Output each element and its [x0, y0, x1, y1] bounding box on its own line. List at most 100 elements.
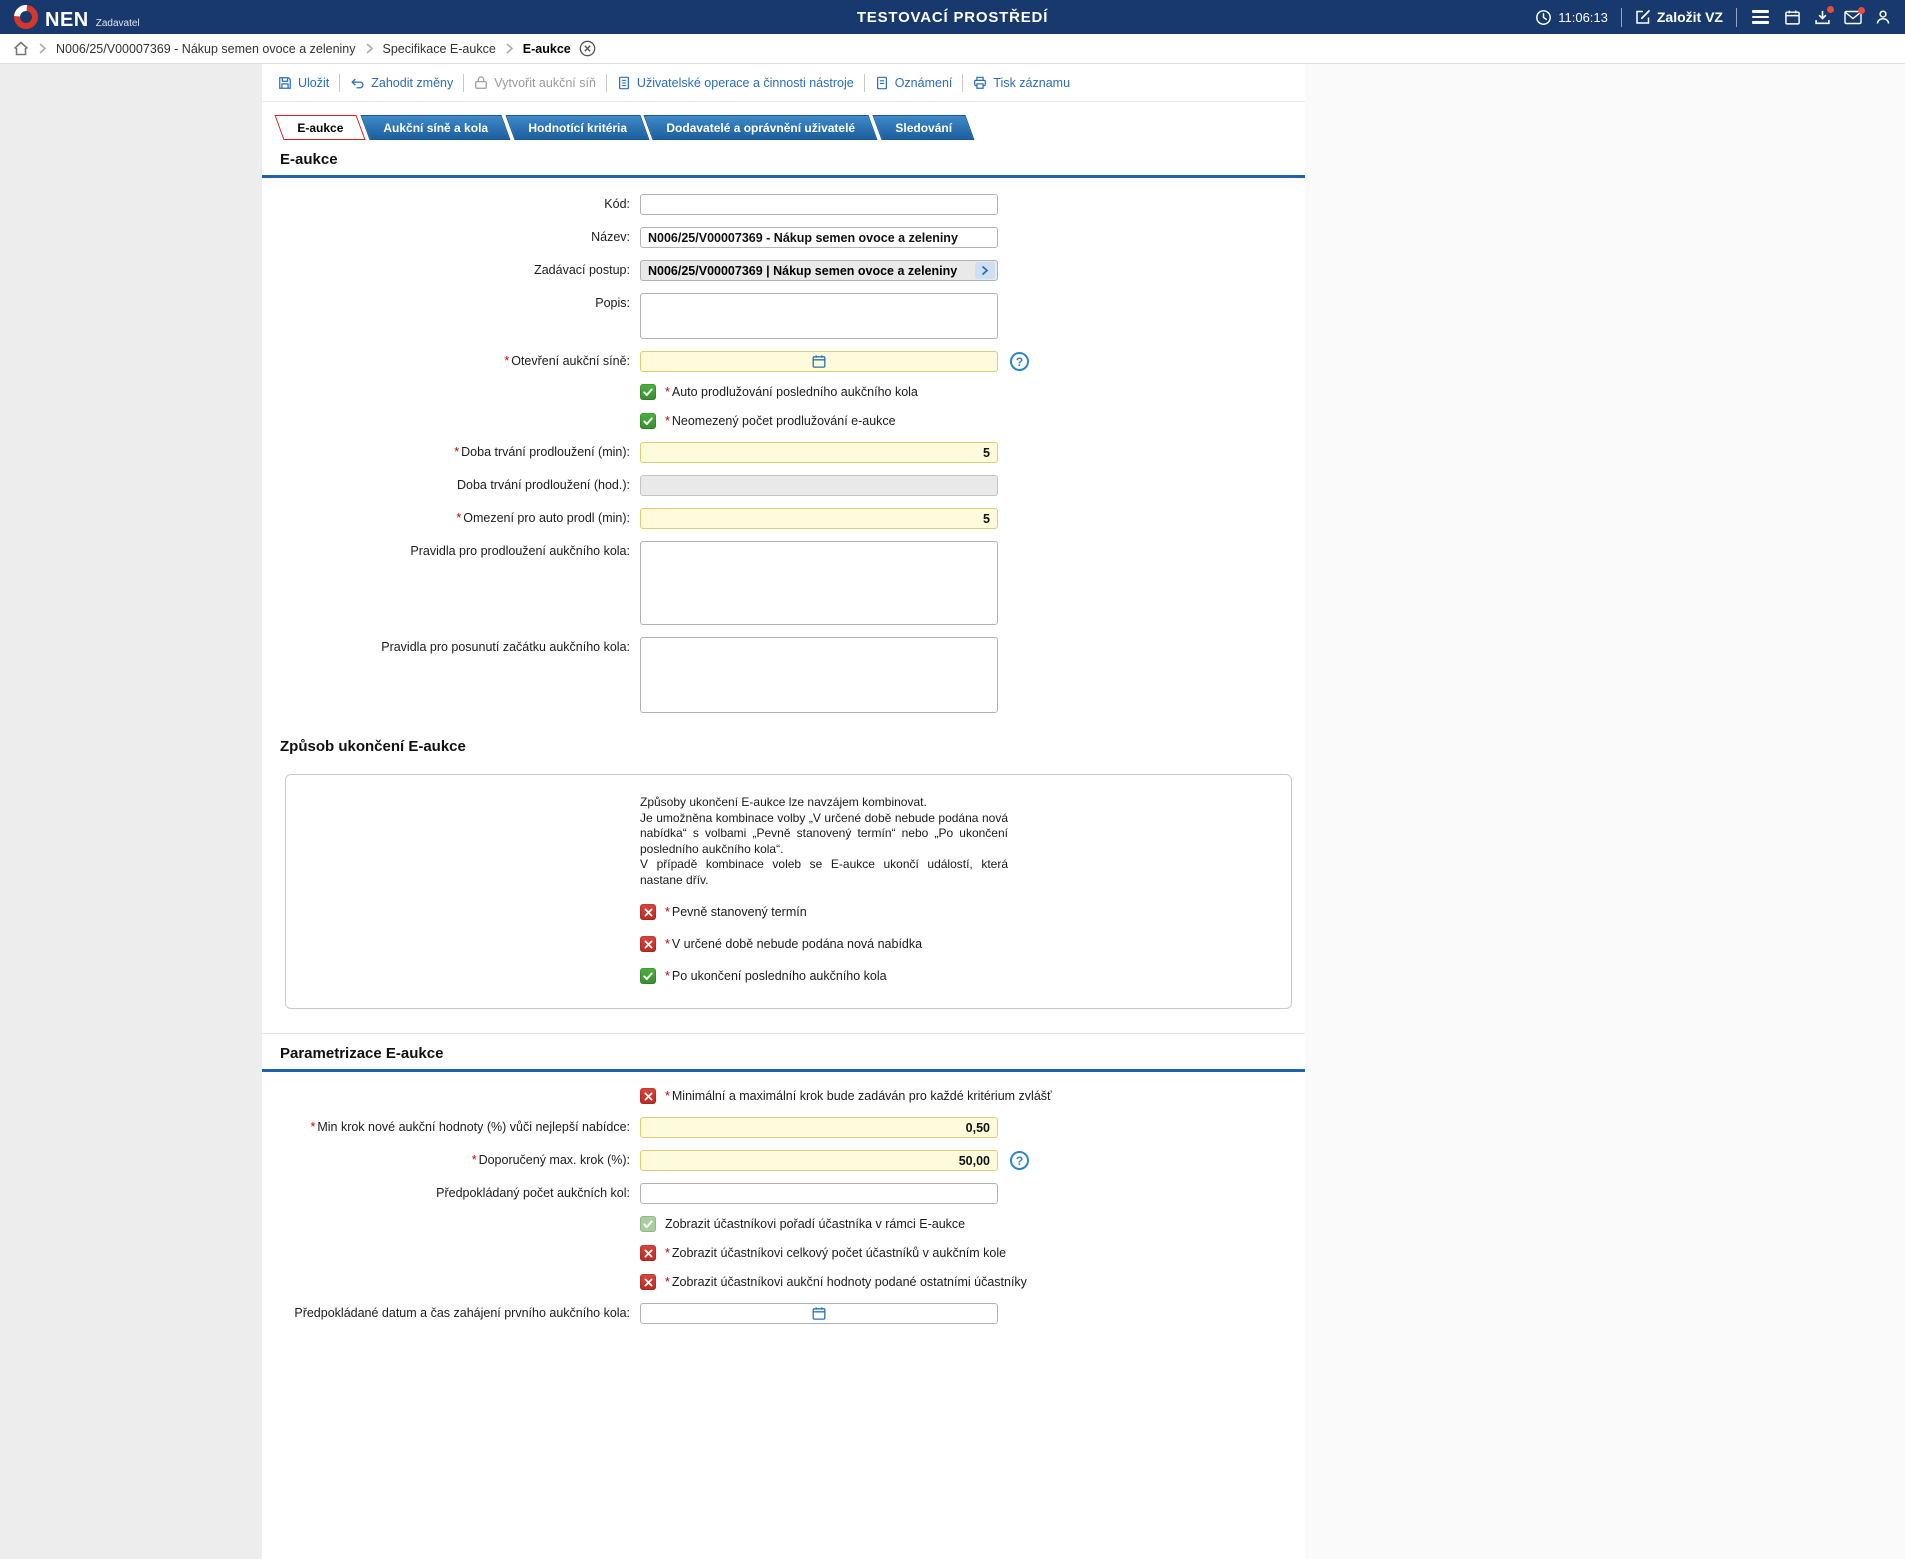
zadavaci-postup-field: N006/25/V00007369 | Nákup semen ovoce a …	[640, 260, 998, 281]
auto-prodluzovani-checkbox-row: * Auto prodlužování posledního aukčního k…	[640, 384, 1305, 400]
checkbox-cross-icon[interactable]	[640, 1274, 656, 1290]
neomezeny-pocet-checkbox-row: * Neomezený počet prodlužování e-aukce	[640, 413, 1305, 429]
checkbox-checked-icon[interactable]	[640, 413, 656, 429]
doba-trvani-min-input[interactable]	[640, 442, 998, 463]
nova-nabidka-checkbox-row: * V určené době nebude podána nová nabídk…	[640, 936, 1291, 952]
tab-dodavatele-a-opravneni-uzivatele[interactable]: Dodavatelé a oprávnění uživatelé	[643, 115, 878, 140]
record-toolbar: Uložit Zahodit změny Vytvořit aukční síň…	[262, 64, 1305, 102]
header-actions: 11:06:13 Založit VZ	[1535, 5, 1891, 27]
content-panel: Uložit Zahodit změny Vytvořit aukční síň…	[262, 64, 1305, 1559]
zpusob-ukonceni-box: Způsoby ukončení E-aukce lze navzájem ko…	[285, 774, 1292, 1009]
kod-input[interactable]	[640, 194, 998, 215]
save-icon	[278, 76, 292, 90]
create-vz-label: Založit VZ	[1656, 9, 1723, 25]
auction-room-icon	[474, 76, 488, 90]
logo-title: NEN	[45, 8, 89, 31]
tab-aukcni-sine-a-kola[interactable]: Aukční síně a kola	[360, 115, 511, 140]
clock-time: 11:06:13	[1558, 9, 1608, 25]
right-gutter	[1305, 64, 1905, 1559]
zobrazit-poradi-checkbox-row: Zobrazit účastníkovi pořadí účastníka v …	[640, 1216, 1305, 1232]
pevny-termin-label: * Pevně stanovený termín	[665, 905, 807, 919]
chevron-right-icon	[365, 43, 373, 54]
posledni-kolo-checkbox-row: * Po ukončení posledního aukčního kola	[640, 968, 1291, 984]
download-icon[interactable]	[1814, 5, 1834, 26]
save-button[interactable]: Uložit	[276, 74, 339, 92]
max-krok-input[interactable]	[640, 1150, 998, 1171]
auto-prodluzovani-label: * Auto prodlužování posledního aukčního k…	[665, 385, 918, 399]
checkbox-cross-icon[interactable]	[640, 936, 656, 952]
min-max-krok-checkbox-row: * Minimální a maximální krok bude zadáván…	[640, 1088, 1305, 1104]
parametrizace-form: * Minimální a maximální krok bude zadáván…	[262, 1072, 1305, 1324]
home-icon[interactable]	[13, 41, 29, 56]
pravidla-posunuti-textarea[interactable]	[640, 637, 998, 713]
pravidla-prodlouzeni-textarea[interactable]	[640, 541, 998, 625]
doba-trvani-min-label: * Doba trvání prodloužení (min):	[454, 445, 630, 459]
notifications-button[interactable]: Oznámení	[863, 74, 963, 92]
neomezeny-pocet-label: * Neomezený počet prodlužování e-aukce	[665, 414, 896, 428]
calendar-icon[interactable]	[1784, 9, 1801, 26]
breadcrumb-item-specification[interactable]: Specifikace E-aukce	[383, 42, 496, 56]
menu-icon[interactable]	[1750, 8, 1771, 25]
mail-icon[interactable]	[1844, 6, 1865, 25]
tab-bar: E-aukce Aukční síně a kola Hodnotící kri…	[262, 102, 1305, 140]
zobrazit-pocet-checkbox-row: * Zobrazit účastníkovi celkový počet účas…	[640, 1245, 1305, 1261]
clock-icon	[1535, 9, 1552, 26]
close-tab-icon[interactable]	[579, 40, 596, 57]
breadcrumb-item-procedure[interactable]: N006/25/V00007369 - Nákup semen ovoce a …	[56, 42, 356, 56]
omezeni-auto-prodl-input[interactable]	[640, 508, 998, 529]
pocet-kol-input[interactable]	[640, 1183, 998, 1204]
section-title-zpusob-ukonceni: Způsob ukončení E-aukce	[280, 738, 466, 755]
page: NEN Zadavatel TESTOVACÍ PROSTŘEDÍ 11:06:…	[0, 0, 1905, 1559]
checkbox-cross-icon[interactable]	[640, 1245, 656, 1261]
checkbox-cross-icon[interactable]	[640, 904, 656, 920]
help-icon[interactable]: ?	[1010, 352, 1029, 371]
printer-icon	[973, 76, 987, 90]
min-krok-label: * Min krok nové aukční hodnoty (%) vůči n…	[310, 1120, 630, 1134]
section-title-e-aukce: E-aukce	[262, 140, 1305, 178]
zadavaci-postup-value: N006/25/V00007369 | Nákup semen ovoce a …	[648, 263, 958, 278]
help-icon[interactable]: ?	[1010, 1151, 1029, 1170]
tab-e-aukce[interactable]: E-aukce	[274, 115, 366, 140]
discard-changes-button[interactable]: Zahodit změny	[339, 74, 463, 92]
chevron-right-icon	[39, 43, 46, 54]
user-icon[interactable]	[1875, 9, 1891, 26]
posledni-kolo-label: * Po ukončení posledního aukčního kola	[665, 969, 887, 983]
zobrazit-poradi-label: Zobrazit účastníkovi pořadí účastníka v …	[665, 1217, 966, 1231]
zobrazit-hodnoty-label: * Zobrazit účastníkovi aukční hodnoty pod…	[665, 1275, 1027, 1289]
otevreni-sine-label: * Otevření aukční síně:	[504, 354, 630, 368]
open-record-button[interactable]	[975, 262, 995, 279]
zpusob-info-text: Způsoby ukončení E-aukce lze navzájem ko…	[640, 795, 1008, 887]
chevron-right-icon	[506, 43, 513, 54]
nazev-input[interactable]	[640, 227, 998, 248]
clock: 11:06:13	[1535, 9, 1608, 26]
top-header: NEN Zadavatel TESTOVACÍ PROSTŘEDÍ 11:06:…	[0, 0, 1905, 34]
e-aukce-form: Kód: Název: Zadávací postup: N006/25/V00…	[262, 178, 1305, 713]
divider	[1736, 7, 1737, 27]
datepicker-calendar-icon[interactable]	[812, 1306, 827, 1321]
checkbox-checked-icon[interactable]	[640, 968, 656, 984]
nen-logo[interactable]: NEN Zadavatel	[14, 4, 140, 31]
popis-label: Popis:	[595, 296, 630, 310]
create-auction-room-button: Vytvořit aukční síň	[463, 74, 606, 92]
edit-icon	[1635, 9, 1651, 25]
tab-hodnotici-kriteria[interactable]: Hodnotící kritéria	[505, 115, 649, 140]
user-operations-button[interactable]: Uživatelské operace a činnosti nástroje	[605, 74, 864, 92]
notification-doc-icon	[875, 76, 889, 90]
create-vz-button[interactable]: Založit VZ	[1635, 9, 1723, 25]
kod-label: Kód:	[604, 197, 630, 211]
min-krok-input[interactable]	[640, 1117, 998, 1138]
print-record-button[interactable]: Tisk záznamu	[962, 74, 1080, 92]
pravidla-prodlouzeni-label: Pravidla pro prodloužení aukčního kola:	[410, 544, 630, 558]
nova-nabidka-label: * V určené době nebude podána nová nabídk…	[665, 937, 923, 951]
popis-textarea[interactable]	[640, 293, 998, 339]
checkbox-cross-icon[interactable]	[640, 1088, 656, 1104]
nazev-label: Název:	[591, 230, 630, 244]
breadcrumb-item-current: E-aukce	[522, 41, 571, 56]
pevny-termin-checkbox-row: * Pevně stanovený termín	[640, 904, 1291, 920]
zobrazit-pocet-label: * Zobrazit účastníkovi celkový počet účas…	[665, 1246, 1007, 1260]
datepicker-calendar-icon[interactable]	[812, 354, 827, 369]
checkbox-checked-icon[interactable]	[640, 384, 656, 400]
max-krok-label: * Doporučený max. krok (%):	[471, 1153, 630, 1167]
tab-sledovani[interactable]: Sledování	[872, 115, 975, 140]
undo-icon	[350, 76, 365, 90]
